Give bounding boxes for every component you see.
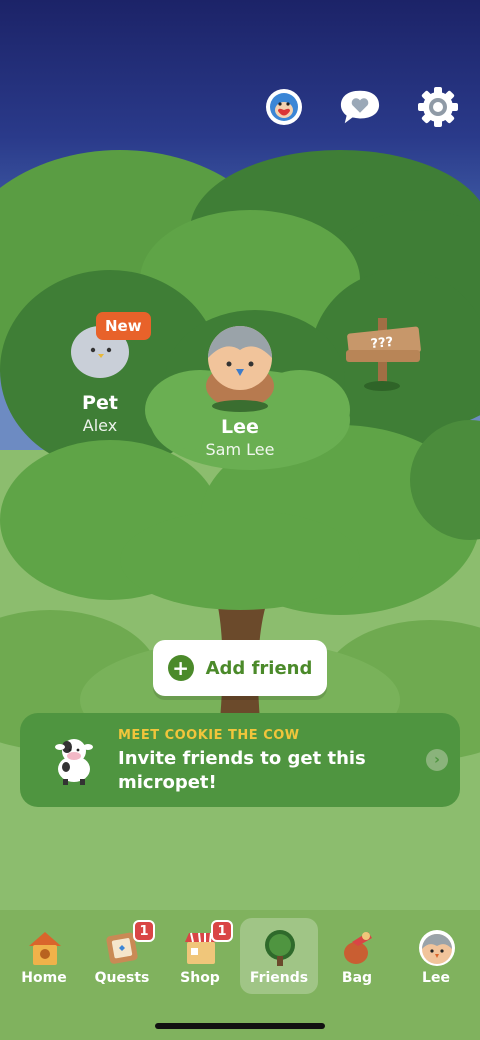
bag-icon: [344, 932, 372, 964]
mascot-heart-icon[interactable]: [263, 86, 305, 128]
tab-quests[interactable]: 1 Quests: [83, 918, 161, 994]
add-friend-button[interactable]: + Add friend: [153, 640, 327, 696]
cow-icon: [55, 739, 93, 785]
tab-label: Bag: [341, 970, 373, 986]
tab-shop[interactable]: 1 Shop: [161, 918, 239, 994]
plus-icon: +: [167, 655, 194, 681]
tab-profile-lee[interactable]: Lee: [397, 918, 475, 994]
friend-name: Pet: [82, 392, 118, 414]
settings-gear-icon[interactable]: [417, 86, 459, 128]
tab-friends[interactable]: Friends: [240, 918, 318, 994]
friend-pet[interactable]: Pet Alex: [60, 392, 140, 435]
profile-avatar-icon: [419, 930, 455, 966]
friend-subtitle: Alex: [82, 416, 118, 435]
tree-icon: [265, 930, 295, 966]
tab-label: Shop: [180, 970, 220, 986]
tab-label: Lee: [422, 970, 450, 986]
friend-lee[interactable]: Lee Sam Lee: [190, 416, 290, 459]
add-friend-label: Add friend: [205, 657, 313, 679]
tab-label: Quests: [94, 970, 150, 986]
chevron-right-icon[interactable]: ›: [426, 749, 448, 771]
bottom-tab-bar: Home 1 Quests 1 Shop Friends Bag Lee: [0, 910, 480, 1040]
promo-title: Invite friends to get this micropet!: [118, 748, 366, 793]
birdhouse-icon: [29, 932, 61, 965]
invite-promo-card[interactable]: MEET COOKIE THE COW Invite friends to ge…: [20, 713, 460, 807]
home-indicator: [155, 1023, 325, 1029]
new-badge: New: [96, 312, 151, 340]
friends-tree-scene: New Pet Alex Lee Sam Lee ??? + Add frien…: [0, 0, 480, 910]
tab-bag[interactable]: Bag: [318, 918, 396, 994]
quests-count-badge: 1: [133, 920, 155, 942]
friend-name: Lee: [221, 416, 259, 438]
tab-label: Home: [21, 970, 67, 986]
friend-subtitle: Sam Lee: [205, 440, 275, 459]
tab-label: Friends: [249, 970, 309, 986]
chat-heart-icon[interactable]: [339, 86, 381, 128]
tab-home[interactable]: Home: [5, 918, 83, 994]
promo-kicker: MEET COOKIE THE COW: [118, 728, 300, 743]
shop-count-badge: 1: [211, 920, 233, 942]
